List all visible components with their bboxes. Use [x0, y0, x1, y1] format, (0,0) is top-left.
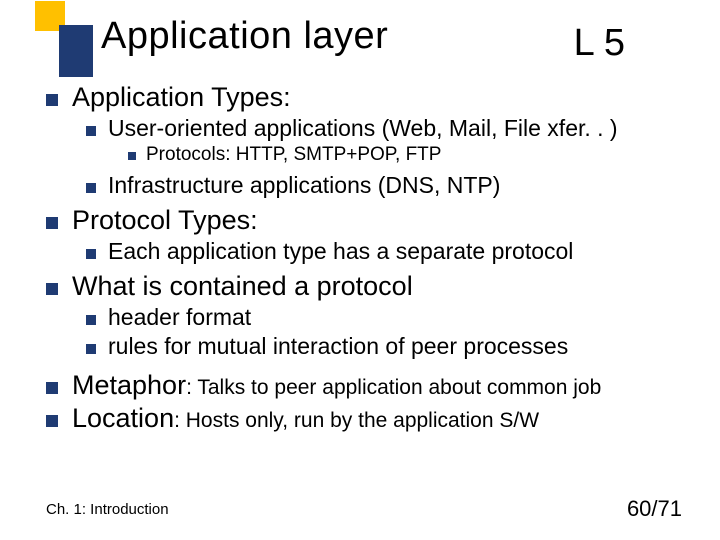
bullet-icon	[86, 344, 96, 354]
bullet-text: What is contained a protocol	[72, 271, 413, 302]
metaphor-label: Metaphor	[72, 370, 186, 400]
bullet-text: Each application type has a separate pro…	[108, 238, 573, 265]
metaphor-text: : Talks to peer application about common…	[186, 376, 601, 399]
bullet-icon	[86, 315, 96, 325]
bullet-proto-types: Protocol Types:	[46, 205, 680, 236]
bullet-icon	[128, 152, 136, 160]
bullet-text: Location: Hosts only, run by the applica…	[72, 403, 539, 434]
bullet-metaphor: Metaphor: Talks to peer application abou…	[46, 370, 680, 401]
bullet-user-apps: User-oriented applications (Web, Mail, F…	[86, 115, 680, 142]
bullet-location: Location: Hosts only, run by the applica…	[46, 403, 680, 434]
bullet-text: Metaphor: Talks to peer application abou…	[72, 370, 601, 401]
title-block: Application layer	[45, 15, 388, 75]
bullet-icon	[46, 415, 58, 427]
bullet-rules: rules for mutual interaction of peer pro…	[86, 333, 680, 360]
slide-content: Application Types: User-oriented applica…	[46, 82, 680, 436]
bullet-text: Application Types:	[72, 82, 291, 113]
bullet-text: rules for mutual interaction of peer pro…	[108, 333, 568, 360]
bullet-each-app: Each application type has a separate pro…	[86, 238, 680, 265]
square-blue-icon	[59, 25, 93, 77]
location-text: : Hosts only, run by the application S/W	[174, 409, 539, 432]
bullet-text: header format	[108, 304, 251, 331]
bullet-protocols: Protocols: HTTP, SMTP+POP, FTP	[128, 144, 680, 166]
page-title: Application layer	[101, 15, 388, 58]
location-label: Location	[72, 403, 174, 433]
bullet-text: User-oriented applications (Web, Mail, F…	[108, 115, 618, 142]
bullet-icon	[46, 94, 58, 106]
bullet-app-types: Application Types:	[46, 82, 680, 113]
bullet-icon	[86, 126, 96, 136]
bullet-icon	[46, 217, 58, 229]
bullet-icon	[86, 249, 96, 259]
footer-page-number: 60/71	[627, 496, 682, 522]
title-right-label: L 5	[574, 22, 625, 65]
bullet-text: Protocol Types:	[72, 205, 258, 236]
footer-chapter: Ch. 1: Introduction	[46, 501, 169, 518]
bullet-text: Protocols: HTTP, SMTP+POP, FTP	[146, 144, 441, 166]
bullet-icon	[46, 382, 58, 394]
title-decoration	[45, 19, 93, 75]
bullet-contained: What is contained a protocol	[46, 271, 680, 302]
bullet-icon	[86, 183, 96, 193]
bullet-header: header format	[86, 304, 680, 331]
bullet-text: Infrastructure applications (DNS, NTP)	[108, 172, 500, 199]
bullet-icon	[46, 283, 58, 295]
bullet-infra: Infrastructure applications (DNS, NTP)	[86, 172, 680, 199]
